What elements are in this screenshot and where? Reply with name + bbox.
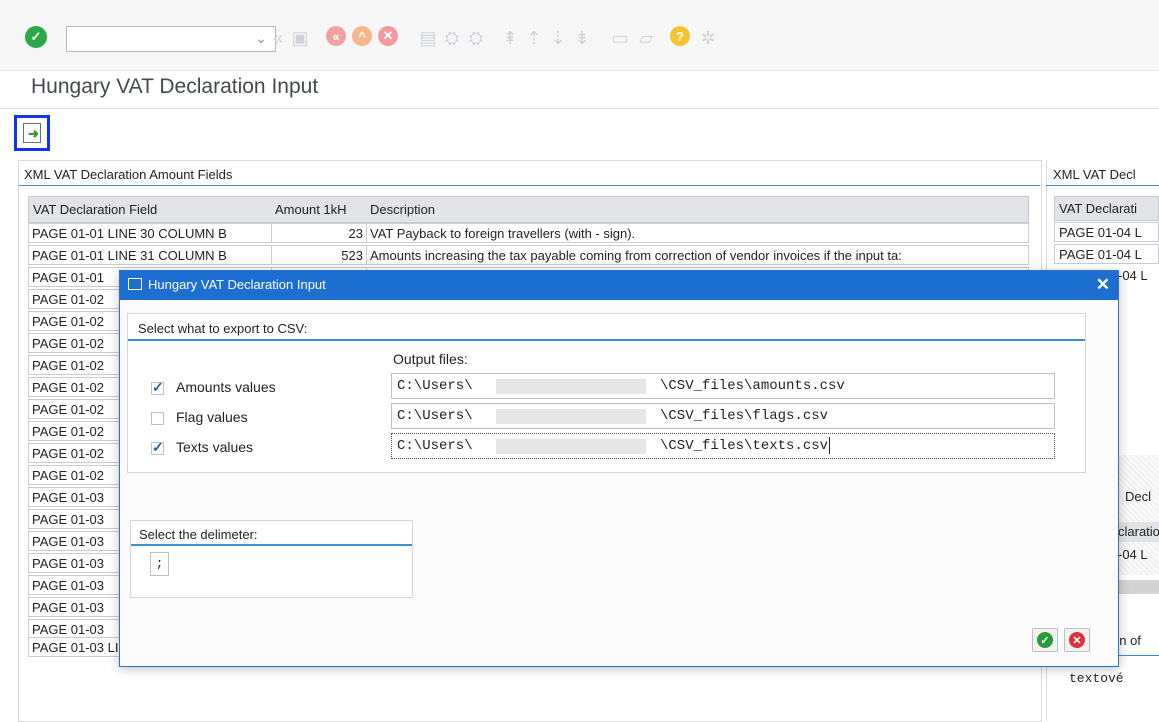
back-icon[interactable]: « [326, 26, 346, 46]
export-group: Select what to export to CSV: Output fil… [127, 313, 1086, 473]
text-fields-panel-title: XML VAT Decl [1053, 167, 1136, 182]
flags-path-suffix: \CSV_files\flags.csv [660, 408, 829, 424]
redacted-username [496, 409, 646, 424]
column-header-field[interactable]: VAT Declaration Field [33, 197, 157, 222]
last-page-icon[interactable]: ⇟ [570, 26, 594, 50]
output-files-label: Output files: [393, 351, 468, 367]
delimiter-group-title: Select the delimeter: [139, 527, 258, 542]
execute-icon: ➜ [23, 123, 41, 143]
command-field[interactable]: ⌄ [66, 26, 276, 52]
flags-path-prefix: C:\Users\ [397, 408, 473, 424]
texts-path-prefix: C:\Users\ [397, 438, 473, 454]
flags-output-path-input[interactable]: C:\Users\ \CSV_files\flags.csv [391, 403, 1055, 429]
export-group-title: Select what to export to CSV: [138, 321, 308, 336]
delimiter-input[interactable]: ; [150, 552, 169, 576]
cancel-button[interactable]: ✕ [1064, 628, 1090, 652]
export-dialog: Hungary VAT Declaration Input ✕ Select w… [119, 270, 1119, 667]
page-title: Hungary VAT Declaration Input [31, 75, 319, 98]
group-rule [131, 544, 412, 546]
new-session-icon[interactable]: ▭ [608, 26, 632, 50]
text-fields-column-header[interactable]: VAT Declarati [1054, 196, 1159, 221]
print-icon[interactable]: ▤ [416, 26, 440, 50]
cell-field[interactable]: PAGE 01-01 LINE 31 COLUMN B [28, 245, 272, 265]
text-fields-lower-header: claration [1118, 522, 1159, 542]
dialog-window-icon [128, 278, 142, 290]
flags-checkbox[interactable] [151, 412, 164, 425]
table-row[interactable]: PAGE 01-01 LINE 31 COLUMN B 523 Amounts in… [28, 245, 1029, 266]
amounts-path-prefix: C:\Users\ [397, 378, 473, 394]
delimiter-group: Select the delimeter: ; [130, 520, 413, 598]
texts-checkbox-label: Texts values [176, 439, 254, 455]
texts-path-suffix: \CSV_files\texts.csv [660, 438, 829, 454]
amounts-checkbox[interactable] [151, 379, 164, 396]
cell-field[interactable]: PAGE 01-01 LINE 30 COLUMN B [28, 223, 272, 243]
amount-fields-panel-title: XML VAT Declaration Amount Fields [24, 167, 233, 182]
cell-amount[interactable]: 23 [271, 223, 367, 243]
settings-icon[interactable]: ✲ [696, 26, 720, 50]
previous-page-icon[interactable]: ⇡ [522, 26, 546, 50]
redacted-username [496, 379, 646, 394]
text-fields-lower-row[interactable]: -04 L [1118, 545, 1159, 565]
first-page-icon[interactable]: ⇞ [498, 26, 522, 50]
panel-rule [19, 185, 1040, 186]
text-fields-row[interactable]: PAGE 01-04 L [1054, 244, 1159, 264]
execute-button[interactable]: ➜ [14, 115, 50, 151]
table-row[interactable]: PAGE 01-01 LINE 30 COLUMN B 23 VAT Payback… [28, 223, 1029, 244]
group-rule [128, 339, 1085, 341]
text-fields-lower-title: Decl [1125, 489, 1152, 504]
panel-rule [1118, 655, 1159, 656]
texts-path-suffix-wrap: \CSV_files\texts.csv [660, 434, 831, 458]
flags-checkbox-label: Flag values [176, 409, 248, 425]
cell-amount[interactable]: 523 [271, 245, 367, 265]
text-editor-content[interactable]: textové [1069, 671, 1124, 686]
amounts-checkbox-label: Amounts values [176, 379, 276, 395]
title-divider [0, 108, 1159, 109]
close-icon[interactable]: ✕ [1096, 275, 1110, 295]
next-page-icon[interactable]: ⇣ [546, 26, 570, 50]
dialog-titlebar[interactable]: Hungary VAT Declaration Input ✕ [120, 271, 1118, 300]
save-icon[interactable]: ▣ [288, 26, 312, 50]
cell-description[interactable]: Amounts increasing the tax payable comin… [366, 245, 1029, 265]
horizontal-scrollbar[interactable] [1118, 580, 1159, 594]
cancel-icon: ✕ [1069, 632, 1085, 648]
cancel-icon[interactable]: ✕ [378, 26, 398, 46]
check-icon: ✓ [1037, 632, 1053, 648]
text-cursor [829, 436, 831, 454]
text-fields-row[interactable]: -04 L [1118, 266, 1159, 286]
column-header-description[interactable]: Description [370, 197, 435, 222]
panel-rule [1046, 185, 1159, 186]
cell-description[interactable]: VAT Payback to foreign travellers (with … [366, 223, 1029, 243]
dialog-title: Hungary VAT Declaration Input [148, 277, 326, 292]
confirm-icon[interactable]: ✓ [25, 26, 47, 48]
find-icon[interactable]: ⛭ [440, 26, 464, 50]
table-header: VAT Declaration Field Amount 1kH Descrip… [28, 196, 1029, 223]
help-icon[interactable]: ? [670, 26, 690, 46]
shortcut-icon[interactable]: ▱ [634, 26, 658, 50]
exit-icon[interactable]: ^ [352, 26, 372, 46]
text-fields-lower-text: on of [1112, 633, 1141, 648]
ok-button[interactable]: ✓ [1032, 628, 1058, 652]
double-chevron-left-icon[interactable]: « [266, 26, 290, 50]
redacted-username [496, 439, 646, 454]
texts-output-path-input[interactable]: C:\Users\ \CSV_files\texts.csv [391, 433, 1055, 459]
text-fields-row[interactable]: PAGE 01-04 L [1054, 222, 1159, 242]
amounts-output-path-input[interactable]: C:\Users\ \CSV_files\amounts.csv [391, 373, 1055, 399]
amounts-path-suffix: \CSV_files\amounts.csv [660, 378, 845, 394]
column-header-amount[interactable]: Amount 1kH [275, 197, 347, 222]
find-next-icon[interactable]: ⛭ [464, 26, 488, 50]
texts-checkbox[interactable] [151, 439, 164, 456]
application-toolbar: ✓ ⌄ « ▣ « ^ ✕ ▤ ⛭ ⛭ ⇞ ⇡ ⇣ ⇟ ▭ ▱ ? ✲ [0, 0, 1159, 71]
